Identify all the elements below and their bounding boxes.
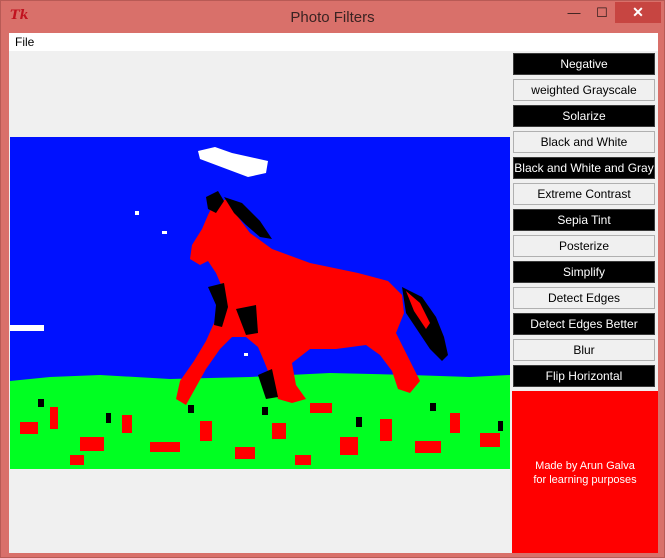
solarize-button[interactable]: Solarize [513, 105, 655, 127]
black-white-gray-button[interactable]: Black and White and Gray [513, 157, 655, 179]
credit-panel: Made by Arun Galva for learning purposes [512, 391, 658, 553]
blur-button[interactable]: Blur [513, 339, 655, 361]
credit-line-1: Made by Arun Galva [535, 460, 635, 472]
extreme-contrast-button[interactable]: Extreme Contrast [513, 183, 655, 205]
negative-button[interactable]: Negative [513, 53, 655, 75]
close-button[interactable]: ✕ [615, 2, 661, 23]
filter-sidebar: Negative weighted Grayscale Solarize Bla… [512, 53, 658, 553]
menu-bar: File [9, 33, 658, 51]
posterize-button[interactable]: Posterize [513, 235, 655, 257]
maximize-button[interactable]: ☐ [589, 2, 615, 23]
app-window: Tk Photo Filters — ☐ ✕ File Negative wei… [0, 0, 665, 558]
posterized-horse-image [10, 137, 510, 469]
credit-line-2: for learning purposes [533, 474, 637, 486]
black-and-white-button[interactable]: Black and White [513, 131, 655, 153]
detect-edges-button[interactable]: Detect Edges [513, 287, 655, 309]
title-bar[interactable]: Tk Photo Filters — ☐ ✕ [1, 1, 664, 33]
flip-horizontal-button[interactable]: Flip Horizontal [513, 365, 655, 387]
weighted-grayscale-button[interactable]: weighted Grayscale [513, 79, 655, 101]
simplify-button[interactable]: Simplify [513, 261, 655, 283]
sepia-tint-button[interactable]: Sepia Tint [513, 209, 655, 231]
client-area: File Negative weighted Grayscale Solariz… [9, 33, 658, 553]
detect-edges-better-button[interactable]: Detect Edges Better [513, 313, 655, 335]
photo-canvas [10, 137, 510, 469]
menu-file[interactable]: File [15, 35, 34, 49]
credit-text: Made by Arun Galva for learning purposes [512, 459, 658, 487]
minimize-button[interactable]: — [561, 2, 587, 23]
